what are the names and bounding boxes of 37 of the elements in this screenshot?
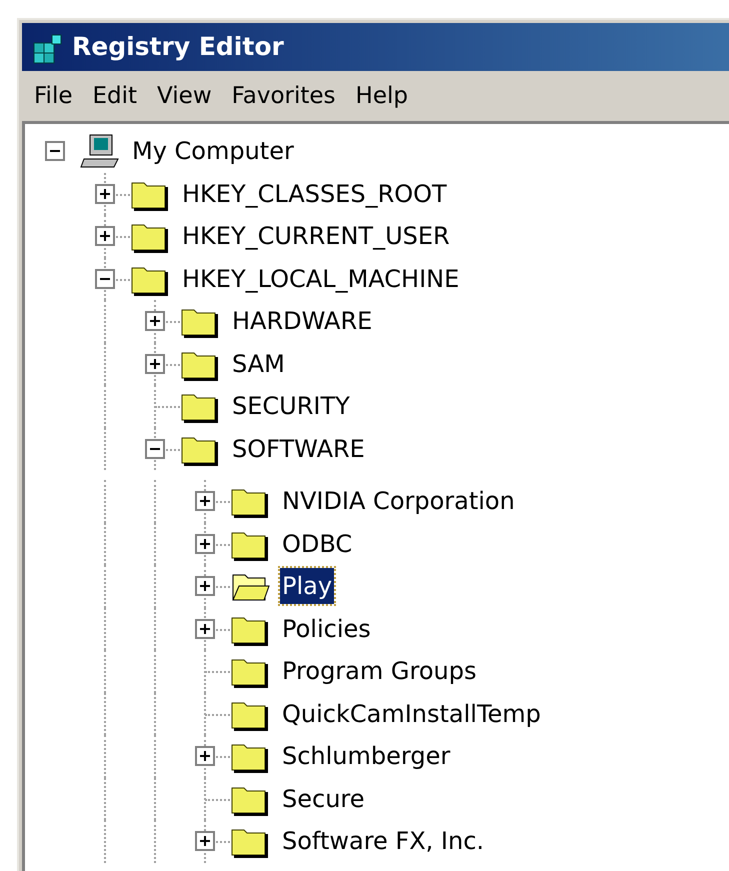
tree-item[interactable]: ODBC [280,526,354,562]
tree-item[interactable]: Software FX, Inc. [280,823,486,860]
expand-box[interactable] [195,534,215,554]
tree-item[interactable]: SAM [230,346,287,382]
expand-box[interactable] [195,618,215,639]
expand-box[interactable] [195,576,215,596]
expand-box[interactable] [195,746,215,766]
tree-item[interactable]: Play [280,568,334,604]
tree-item[interactable]: Secure [280,780,367,817]
expand-box[interactable] [195,491,215,512]
menu-item[interactable]: View [151,78,218,114]
expand-box[interactable] [95,226,115,246]
menu-item[interactable]: Edit [86,78,144,114]
computer-icon [80,133,120,170]
window-title: Registry Editor [72,31,284,64]
tree-item[interactable]: My Computer [130,133,296,170]
tree-item[interactable]: SOFTWARE [230,430,367,467]
tree-item[interactable]: HKEY_CLASSES_ROOT [180,176,449,212]
tree-item[interactable]: QuickCamInstallTemp [280,696,543,732]
tree-item[interactable]: Program Groups [280,653,478,690]
menu-item[interactable]: Help [350,78,414,114]
menu-item[interactable]: Favorites [226,78,342,114]
menu-item[interactable]: File [28,78,78,114]
collapse-box[interactable] [45,141,65,162]
tree-item[interactable]: HARDWARE [230,303,374,340]
tree-item[interactable]: SECURITY [230,388,352,424]
tree-item[interactable]: Schlumberger [280,738,452,774]
expand-box[interactable] [145,354,165,374]
tree-item[interactable]: NVIDIA Corporation [280,483,517,520]
collapse-box[interactable] [95,268,115,289]
expand-box[interactable] [95,184,115,204]
tree-item[interactable]: Policies [280,610,373,647]
tree-item[interactable]: HKEY_LOCAL_MACHINE [180,260,462,297]
collapse-box[interactable] [145,438,165,459]
expand-box[interactable] [195,831,215,852]
tree-item[interactable]: HKEY_CURRENT_USER [180,218,452,254]
expand-box[interactable] [145,311,165,332]
